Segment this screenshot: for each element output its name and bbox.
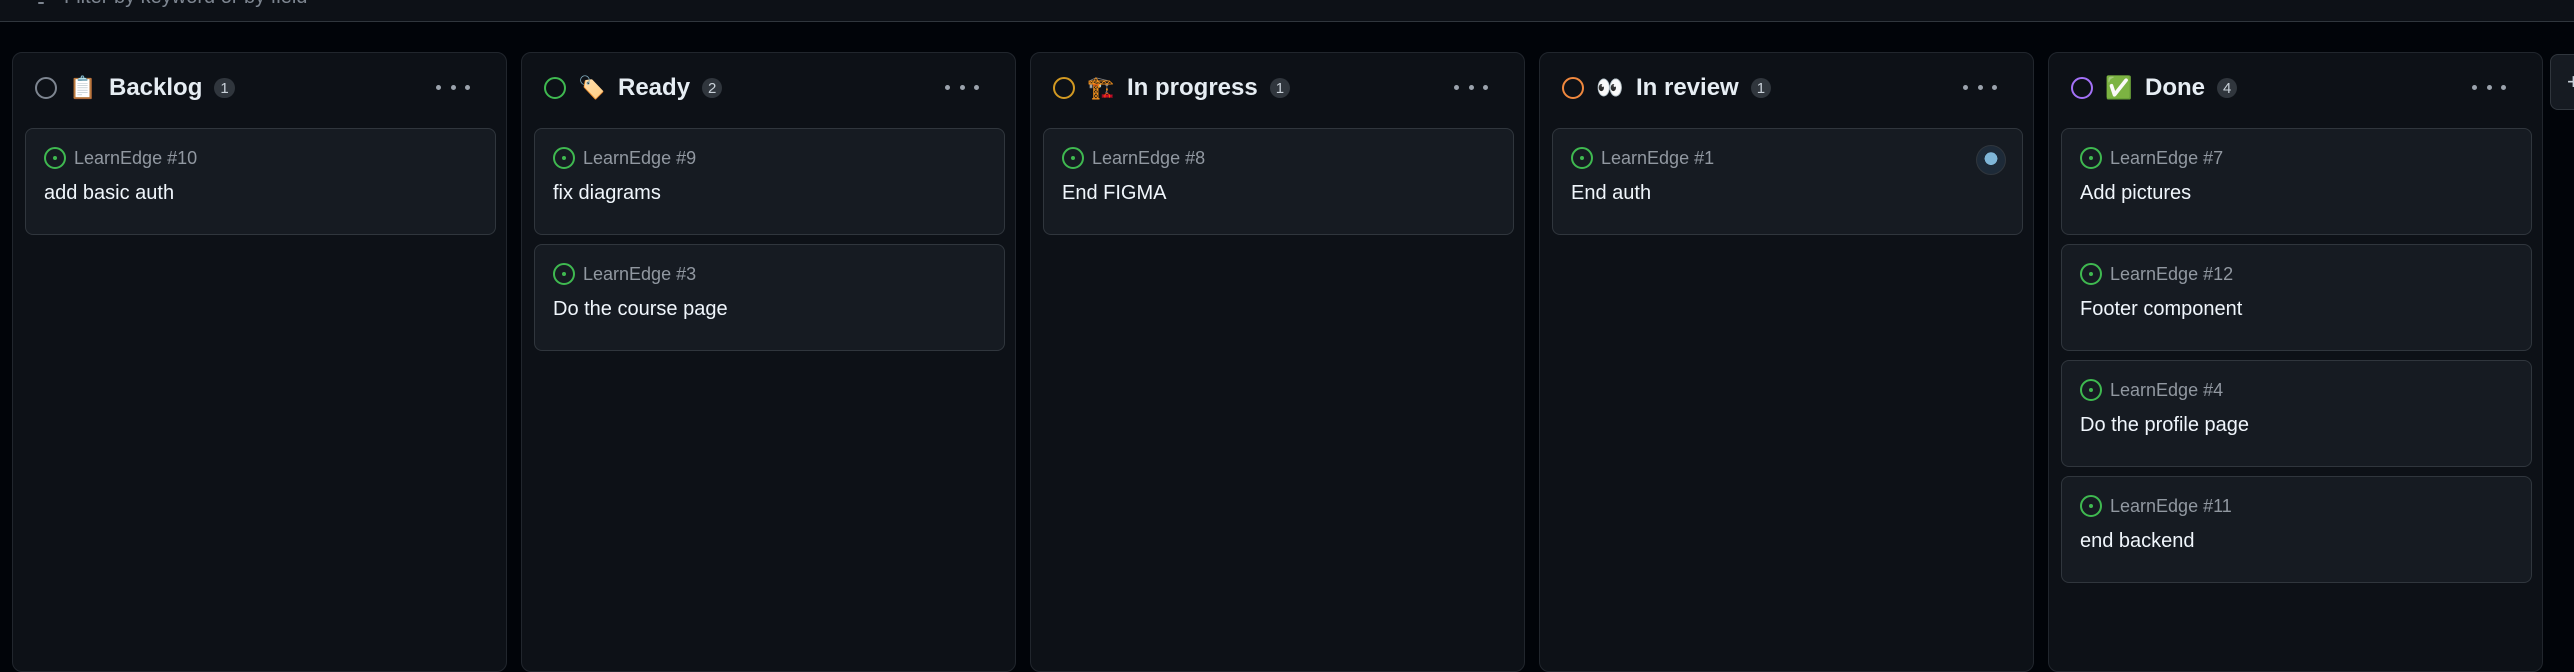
column-header: 👀 In review 1	[1540, 53, 2033, 123]
open-issue-icon	[553, 263, 575, 285]
card-meta: LearnEdge #9	[553, 147, 986, 169]
status-circle-icon	[1053, 77, 1075, 99]
open-issue-icon	[1571, 147, 1593, 169]
issue-card[interactable]: LearnEdge #1 End auth	[1552, 128, 2023, 235]
filter-input[interactable]: Filter by keyword or by field	[64, 0, 307, 9]
item-count-badge: 1	[1750, 78, 1772, 98]
card-meta: LearnEdge #4	[2080, 379, 2513, 401]
column-emoji-icon: 🏗️	[1087, 75, 1115, 100]
status-circle-icon	[1562, 77, 1584, 99]
issue-card[interactable]: LearnEdge #10 add basic auth	[25, 128, 496, 235]
column-title: In progress	[1127, 74, 1258, 101]
item-count-badge: 1	[1269, 78, 1291, 98]
issue-title[interactable]: Footer component	[2080, 298, 2513, 321]
add-column-button[interactable]: +	[2550, 54, 2574, 110]
column-menu-icon[interactable]	[436, 75, 470, 99]
open-issue-icon	[2080, 379, 2102, 401]
issue-title[interactable]: End auth	[1571, 182, 2004, 205]
column-emoji-icon: 👀	[1596, 75, 1624, 100]
status-circle-icon	[2071, 77, 2093, 99]
column-emoji-icon: 🏷️	[578, 75, 606, 100]
card-meta: LearnEdge #10	[44, 147, 477, 169]
column-title: Ready	[618, 74, 691, 101]
column-in-progress: 🏗️ In progress 1 LearnEdge #8 End FIGMA	[1030, 52, 1525, 672]
column-title: Done	[2145, 74, 2205, 101]
issue-card[interactable]: LearnEdge #4 Do the profile page	[2061, 360, 2532, 467]
issue-title[interactable]: End FIGMA	[1062, 182, 1495, 205]
issue-reference-link[interactable]: LearnEdge #7	[2110, 148, 2223, 169]
column-header: ✅ Done 4	[2049, 53, 2542, 123]
issue-reference-link[interactable]: LearnEdge #8	[1092, 148, 1205, 169]
filter-bar[interactable]: Filter by keyword or by field	[0, 0, 2574, 22]
column-done: ✅ Done 4 LearnEdge #7 Add pictures LearnEdge …	[2048, 52, 2543, 672]
issue-title[interactable]: end backend	[2080, 530, 2513, 553]
card-meta: LearnEdge #1	[1571, 147, 2004, 169]
item-count-badge: 4	[2217, 78, 2238, 98]
column-in-review: 👀 In review 1 LearnEdge #1 End auth	[1539, 52, 2034, 672]
issue-card[interactable]: LearnEdge #11 end backend	[2061, 476, 2532, 583]
column-emoji-icon: ✅	[2105, 75, 2133, 100]
column-backlog: 📋 Backlog 1 LearnEdge #10 add basic auth	[12, 52, 507, 672]
open-issue-icon	[44, 147, 66, 169]
issue-card[interactable]: LearnEdge #9 fix diagrams	[534, 128, 1005, 235]
open-issue-icon	[2080, 495, 2102, 517]
column-title: Backlog	[109, 74, 203, 101]
column-ready: 🏷️ Ready 2 LearnEdge #9 fix diagrams LearnEdg…	[521, 52, 1016, 672]
column-header: 📋 Backlog 1	[13, 53, 506, 123]
issue-title[interactable]: Do the course page	[553, 298, 986, 321]
card-meta: LearnEdge #8	[1062, 147, 1495, 169]
card-meta: LearnEdge #3	[553, 263, 986, 285]
column-menu-icon[interactable]	[1454, 75, 1488, 99]
issue-title[interactable]: add basic auth	[44, 182, 477, 205]
column-menu-icon[interactable]	[2472, 75, 2506, 99]
issue-reference-link[interactable]: LearnEdge #1	[1601, 148, 1714, 169]
issue-reference-link[interactable]: LearnEdge #3	[583, 264, 696, 285]
open-issue-icon	[2080, 147, 2102, 169]
item-count-badge: 2	[702, 78, 723, 98]
status-circle-icon	[544, 77, 566, 99]
column-title: In review	[1636, 74, 1739, 101]
column-header: 🏗️ In progress 1	[1031, 53, 1524, 123]
column-menu-icon[interactable]	[1963, 75, 1997, 99]
issue-title[interactable]: Do the profile page	[2080, 414, 2513, 437]
issue-reference-link[interactable]: LearnEdge #11	[2110, 496, 2232, 517]
issue-card[interactable]: LearnEdge #7 Add pictures	[2061, 128, 2532, 235]
open-issue-icon	[1062, 147, 1084, 169]
column-emoji-icon: 📋	[69, 75, 97, 100]
column-header: 🏷️ Ready 2	[522, 53, 1015, 123]
card-meta: LearnEdge #7	[2080, 147, 2513, 169]
issue-card[interactable]: LearnEdge #12 Footer component	[2061, 244, 2532, 351]
issue-card[interactable]: LearnEdge #3 Do the course page	[534, 244, 1005, 351]
card-meta: LearnEdge #11	[2080, 495, 2513, 517]
status-circle-icon	[35, 77, 57, 99]
issue-reference-link[interactable]: LearnEdge #12	[2110, 264, 2233, 285]
issue-title[interactable]: fix diagrams	[553, 182, 986, 205]
open-issue-icon	[2080, 263, 2102, 285]
item-count-badge: 1	[214, 78, 235, 98]
filter-icon	[30, 0, 52, 9]
issue-reference-link[interactable]: LearnEdge #9	[583, 148, 696, 169]
column-menu-icon[interactable]	[945, 75, 979, 99]
open-issue-icon	[553, 147, 575, 169]
issue-reference-link[interactable]: LearnEdge #10	[74, 148, 197, 169]
assignee-avatar[interactable]	[1976, 145, 2006, 175]
card-meta: LearnEdge #12	[2080, 263, 2513, 285]
issue-card[interactable]: LearnEdge #8 End FIGMA	[1043, 128, 1514, 235]
issue-reference-link[interactable]: LearnEdge #4	[2110, 380, 2223, 401]
issue-title[interactable]: Add pictures	[2080, 182, 2513, 205]
